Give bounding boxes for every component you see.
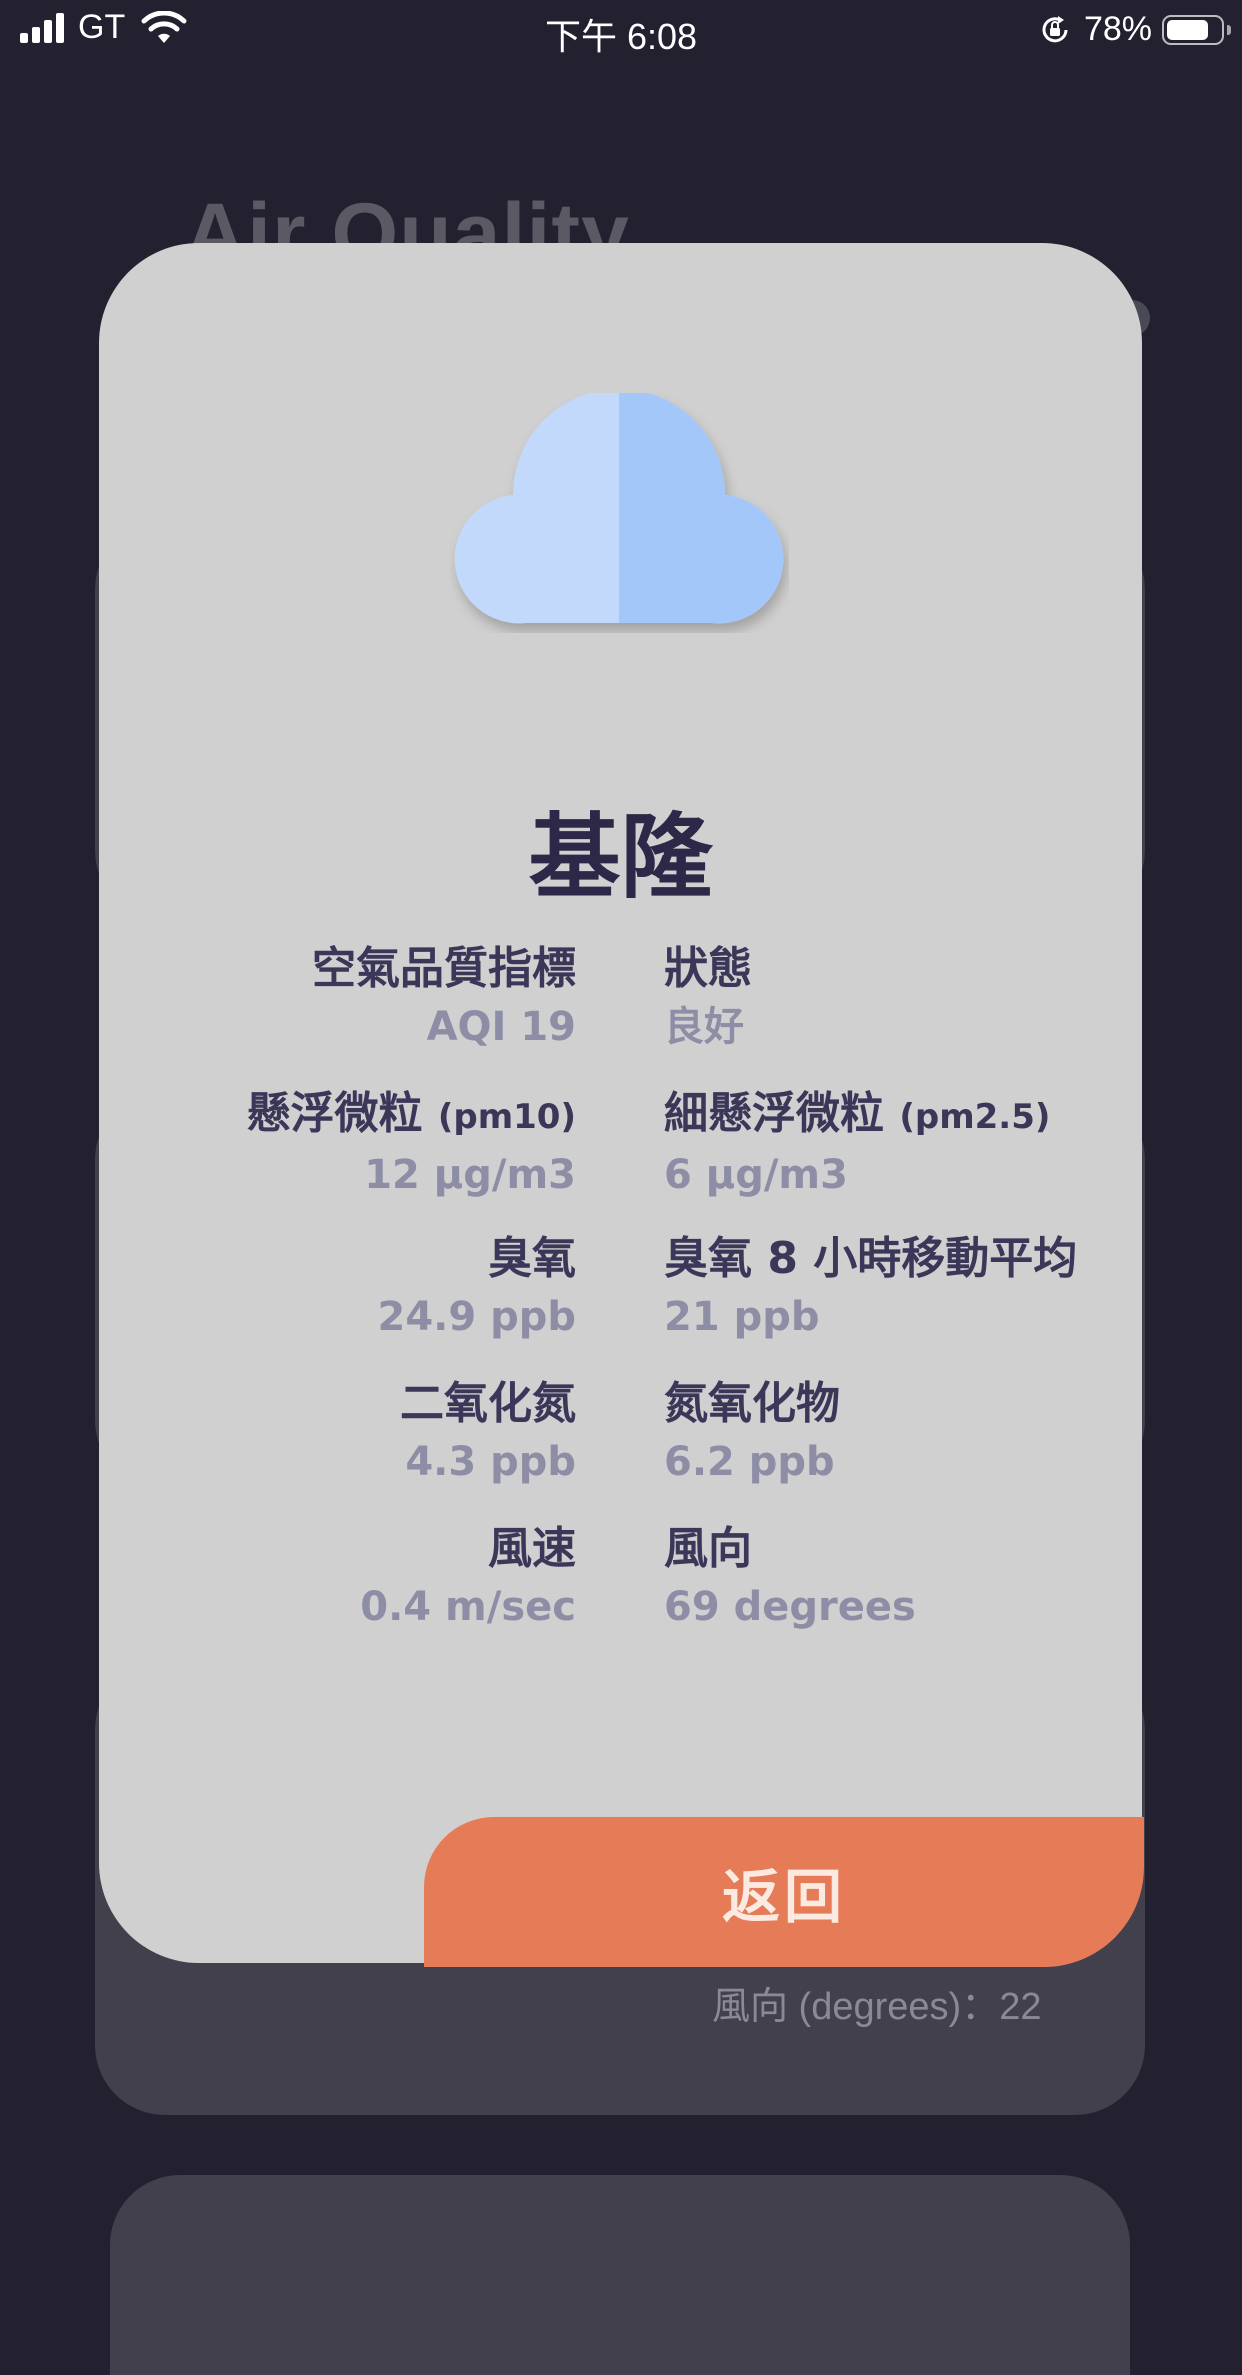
- info-right: 氮氧化物 6.2 ppb: [664, 1375, 840, 1491]
- ozone-8hr-value: 21 ppb: [664, 1294, 820, 1340]
- status-right: 78%: [1038, 10, 1231, 49]
- info-right: 狀態 良好: [664, 940, 752, 1056]
- info-right: 風向 69 degrees: [664, 1520, 916, 1636]
- info-right: 臭氧 8 小時移動平均 21 ppb: [664, 1230, 1077, 1346]
- no2-value: 4.3 ppb: [405, 1439, 576, 1485]
- pm25-label-text: 細懸浮微粒: [664, 1088, 884, 1139]
- info-left: 空氣品質指標 AQI 19: [312, 940, 576, 1056]
- pm25-label: 細懸浮微粒 (pm2.5): [664, 1085, 1050, 1146]
- info-row: 空氣品質指標 AQI 19 狀態 良好: [99, 940, 1142, 1080]
- status-label: 狀態: [664, 943, 752, 994]
- info-row: 風速 0.4 m/sec 風向 69 degrees: [99, 1520, 1142, 1660]
- wind-speed-value: 0.4 m/sec: [360, 1584, 576, 1630]
- aqi-value: AQI 19: [426, 1004, 576, 1050]
- pm10-label-text: 懸浮微粒: [246, 1088, 423, 1139]
- battery-icon: [1162, 14, 1231, 45]
- info-left: 臭氧 24.9 ppb: [377, 1230, 576, 1346]
- nox-label: 氮氧化物: [664, 1378, 840, 1429]
- background-card: [110, 2175, 1130, 2375]
- pm10-label-unit: (pm10): [437, 1097, 576, 1137]
- no2-label: 二氧化氮: [400, 1378, 576, 1429]
- cloud-icon: [454, 393, 784, 624]
- wind-direction-label: 風向: [664, 1523, 752, 1574]
- aqi-label: 空氣品質指標: [312, 943, 576, 994]
- back-button[interactable]: 返回: [424, 1817, 1144, 1967]
- info-row: 懸浮微粒 (pm10) 12 µg/m3 細懸浮微粒 (pm2.5) 6 µg/…: [99, 1085, 1142, 1225]
- pm25-label-unit: (pm2.5): [899, 1097, 1051, 1137]
- info-left: 風速 0.4 m/sec: [360, 1520, 576, 1636]
- status-value: 良好: [664, 1004, 744, 1050]
- air-quality-detail-modal: 基隆 空氣品質指標 AQI 19 狀態 良好 懸浮微粒 (pm10) 12 µg…: [99, 243, 1144, 1967]
- pm10-label: 懸浮微粒 (pm10): [247, 1085, 577, 1146]
- rotation-lock-icon: [1042, 15, 1068, 42]
- wind-direction-value: 69 degrees: [664, 1584, 916, 1630]
- ozone-value: 24.9 ppb: [377, 1294, 576, 1340]
- pm25-value: 6 µg/m3: [664, 1152, 848, 1198]
- background-wind-direction: 風向 (degrees)：22: [712, 1986, 1042, 2028]
- city-title: 基隆: [528, 804, 713, 911]
- pm10-value: 12 µg/m3: [364, 1152, 576, 1198]
- ozone-label: 臭氧: [488, 1233, 576, 1284]
- info-row: 臭氧 24.9 ppb 臭氧 8 小時移動平均 21 ppb: [99, 1230, 1142, 1370]
- status-bar: GT 下午 6:08 78%: [0, 0, 1242, 62]
- nox-value: 6.2 ppb: [664, 1439, 835, 1485]
- info-left: 二氧化氮 4.3 ppb: [400, 1375, 576, 1491]
- battery-percent: 78%: [1083, 10, 1152, 48]
- ozone-8hr-label: 臭氧 8 小時移動平均: [664, 1233, 1078, 1284]
- wind-speed-label: 風速: [488, 1523, 576, 1574]
- info-left: 懸浮微粒 (pm10) 12 µg/m3: [247, 1085, 577, 1204]
- info-row: 二氧化氮 4.3 ppb 氮氧化物 6.2 ppb: [99, 1375, 1142, 1515]
- info-right: 細懸浮微粒 (pm2.5) 6 µg/m3: [664, 1085, 1050, 1204]
